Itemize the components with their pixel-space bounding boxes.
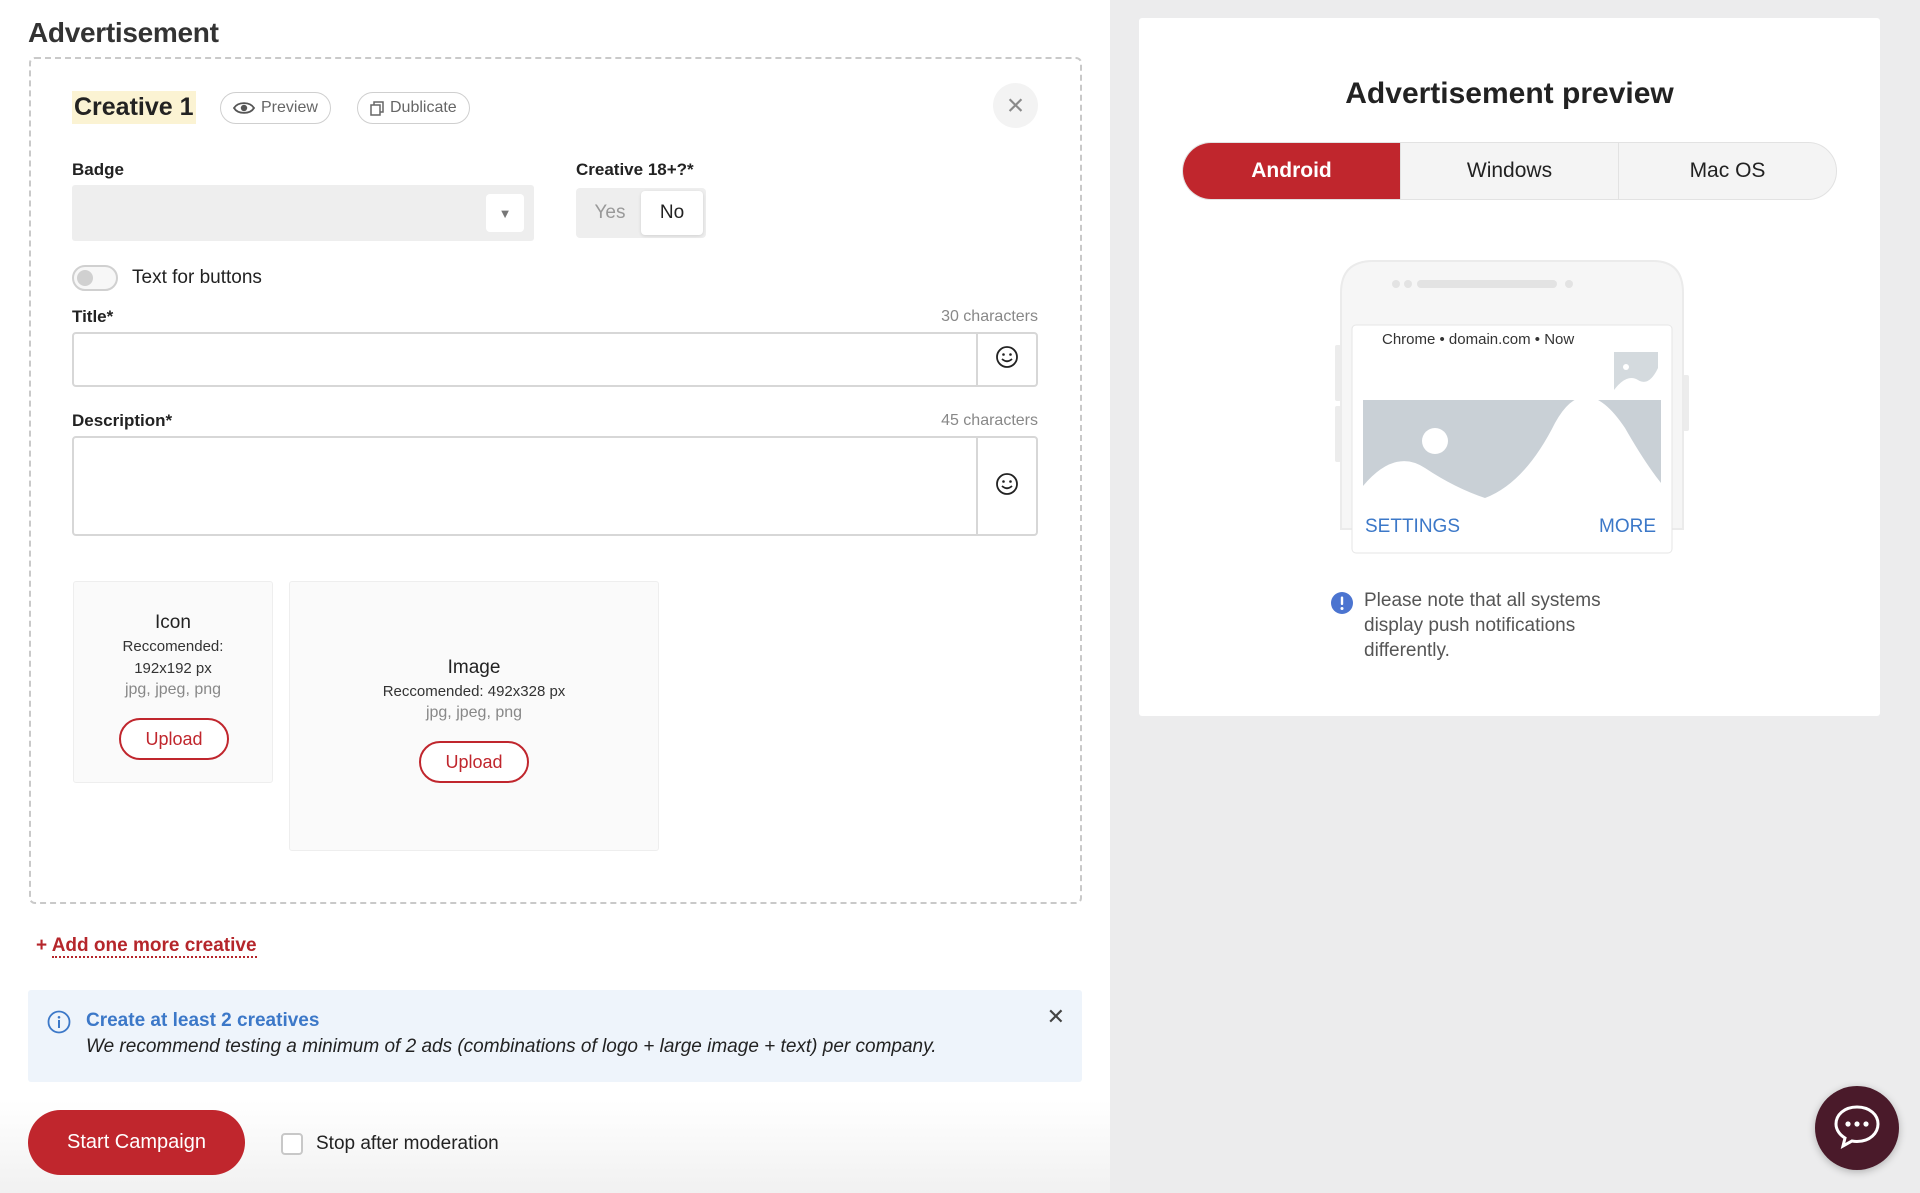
image-upload-card: Image Reccomended: 492x328 px jpg, jpeg,…: [289, 581, 659, 851]
stop-after-moderation-label: Stop after moderation: [316, 1133, 499, 1154]
title-char-counter: 30 characters: [941, 308, 1038, 325]
creative-title: Creative 1: [72, 91, 196, 124]
buttons-text-toggle[interactable]: [72, 265, 118, 291]
preview-button[interactable]: Preview: [220, 92, 331, 124]
buttons-text-toggle-label: Text for buttons: [132, 267, 262, 288]
title-field-label: Title*: [72, 307, 114, 326]
add-creative-link[interactable]: + Add one more creative: [36, 935, 257, 958]
icon-upload-title: Icon: [155, 612, 191, 633]
preview-card: Advertisement preview Android Windows Ma…: [1139, 18, 1880, 716]
title-emoji-button[interactable]: [976, 334, 1036, 385]
emoji-icon: [995, 345, 1019, 374]
icon-upload-size: 192x192 px: [134, 660, 212, 677]
notification-settings-action[interactable]: SETTINGS: [1365, 516, 1460, 538]
info-banner: Create at least 2 creatives We recommend…: [28, 990, 1082, 1082]
description-char-counter: 45 characters: [941, 412, 1038, 429]
description-field-label: Description*: [72, 411, 173, 430]
preview-note: Please note that all systems display pus…: [1364, 590, 1601, 661]
image-upload-title: Image: [447, 657, 501, 678]
campaign-form-panel: Advertisement Creative 1 Preview Dublica…: [0, 0, 1110, 1193]
section-title: Advertisement: [28, 17, 219, 48]
emoji-icon: [995, 472, 1019, 501]
close-icon: ×: [1006, 88, 1025, 122]
info-icon: [47, 1010, 71, 1039]
os-tabs: Android Windows Mac OS: [1182, 142, 1837, 200]
copy-icon: [370, 100, 384, 116]
image-upload-formats: jpg, jpeg, png: [425, 704, 523, 721]
start-campaign-button[interactable]: Start Campaign: [28, 1110, 245, 1175]
description-input[interactable]: [72, 436, 1038, 536]
badge-label: Badge: [72, 160, 124, 179]
chat-icon: [1832, 1103, 1882, 1154]
duplicate-button[interactable]: Dublicate: [357, 92, 470, 124]
icon-upload-recommended: Reccomended:: [122, 638, 224, 655]
info-banner-title: Create at least 2 creatives: [86, 1010, 320, 1031]
badge-select[interactable]: ▼: [72, 185, 534, 241]
adult-content-toggle: Yes No: [576, 188, 706, 238]
description-emoji-button[interactable]: [976, 438, 1036, 534]
chevron-down-icon[interactable]: ▼: [486, 194, 524, 232]
preview-title: Advertisement preview: [1345, 77, 1674, 110]
icon-upload-button[interactable]: Upload: [119, 718, 229, 760]
image-upload-recommended: Reccomended: 492x328 px: [382, 683, 566, 700]
alert-icon: [1330, 591, 1354, 620]
close-creative-button[interactable]: ×: [993, 83, 1038, 128]
tab-mac-os[interactable]: Mac OS: [1619, 143, 1836, 199]
tab-android[interactable]: Android: [1183, 143, 1401, 199]
close-icon[interactable]: ✕: [1047, 1004, 1065, 1030]
adult-no-option[interactable]: No: [641, 191, 703, 235]
title-input[interactable]: [72, 332, 1038, 387]
notification-header: Chrome • domain.com • Now: [1382, 331, 1575, 348]
preview-button-label: Preview: [261, 99, 318, 116]
add-creative-label: Add one more creative: [51, 935, 257, 958]
adult-yes-option[interactable]: Yes: [579, 191, 641, 235]
phone-mockup: Chrome • domain.com • Now SETTINGS MORE: [1335, 243, 1695, 578]
tab-windows[interactable]: Windows: [1401, 143, 1619, 199]
eye-icon: [233, 101, 255, 115]
notification-more-action[interactable]: MORE: [1599, 516, 1656, 538]
duplicate-button-label: Dublicate: [390, 99, 457, 116]
adult-content-label: Creative 18+?*: [576, 160, 694, 179]
add-creative-plus: +: [36, 935, 48, 956]
stop-after-moderation-checkbox[interactable]: [281, 1133, 303, 1155]
icon-upload-formats: jpg, jpeg, png: [124, 681, 222, 698]
info-banner-message: We recommend testing a minimum of 2 ads …: [86, 1036, 937, 1057]
image-upload-button[interactable]: Upload: [419, 741, 529, 783]
chat-button[interactable]: [1815, 1086, 1899, 1170]
